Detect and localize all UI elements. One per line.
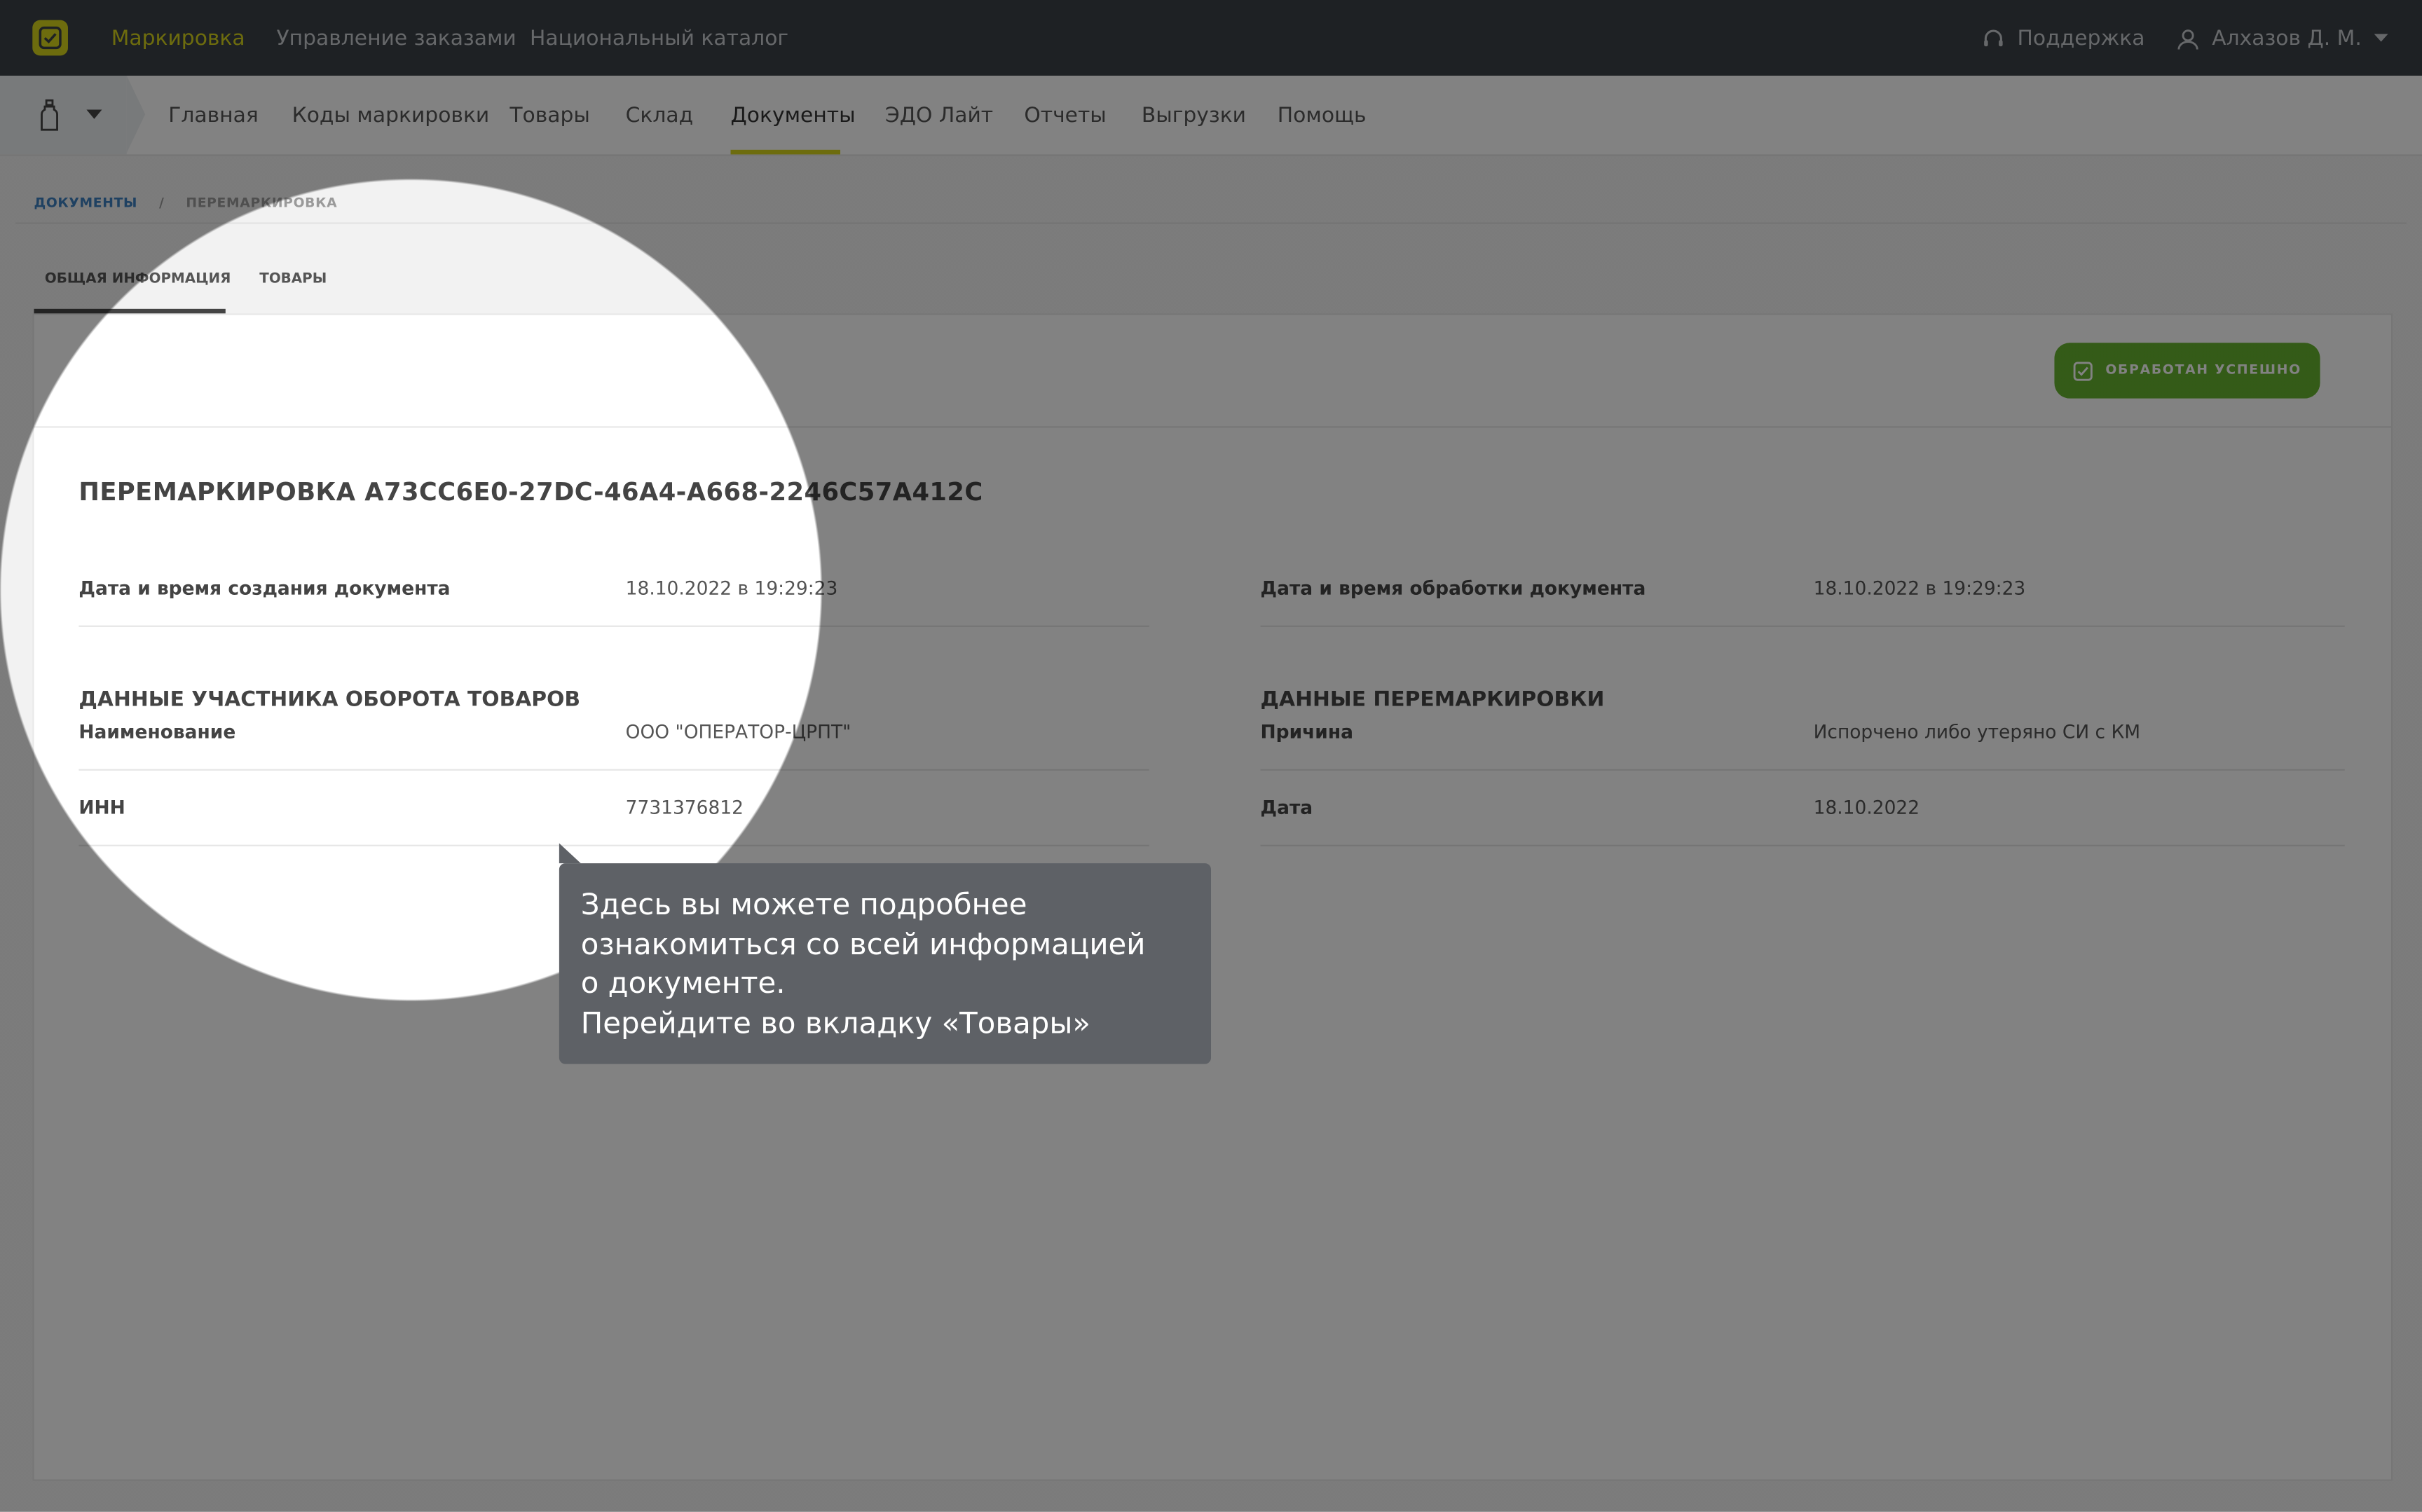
onboarding-tooltip: Здесь вы можете подробнее ознакомиться с… bbox=[559, 863, 1212, 1064]
support-link[interactable]: Поддержка bbox=[1982, 26, 2145, 51]
top-nav-orders[interactable]: Управление заказами bbox=[277, 26, 516, 50]
participant-name-value: ООО "ОПЕРАТОР-ЦРПТ" bbox=[625, 721, 851, 743]
user-name: Алхазов Д. М. bbox=[2212, 26, 2362, 51]
tooltip-line: Перейдите во вкладку «Товары» bbox=[580, 1005, 1091, 1040]
nav-codes[interactable]: Коды маркировки bbox=[292, 104, 490, 128]
created-value: 18.10.2022 в 19:29:23 bbox=[625, 577, 838, 600]
user-icon bbox=[2177, 29, 2198, 49]
divider bbox=[78, 769, 1149, 771]
page: Маркировка Управление заказами Националь… bbox=[0, 0, 2422, 1512]
reason-label: Причина bbox=[1260, 721, 1353, 743]
nav-documents[interactable]: Документы bbox=[731, 104, 856, 128]
tooltip-pointer bbox=[559, 843, 581, 864]
chevron-down-icon bbox=[86, 109, 102, 119]
bottle-icon bbox=[41, 99, 58, 131]
nav-goods[interactable]: Товары bbox=[509, 104, 590, 128]
nav-exports[interactable]: Выгрузки bbox=[1142, 104, 1246, 128]
document-title: ПЕРЕМАРКИРОВКА A73CC6E0-27DC-46A4-A668-2… bbox=[78, 477, 983, 507]
remarking-section-title: ДАННЫЕ ПЕРЕМАРКИРОВКИ bbox=[1260, 687, 1605, 713]
nav-warehouse[interactable]: Склад bbox=[626, 104, 694, 128]
status-label: Обработан успешно bbox=[2105, 362, 2301, 379]
date-value: 18.10.2022 bbox=[1813, 797, 1920, 819]
divider bbox=[1260, 625, 2345, 627]
nav-reports[interactable]: Отчеты bbox=[1024, 104, 1106, 128]
inn-value: 7731376812 bbox=[625, 797, 744, 819]
breadcrumb-current: Перемаркировка bbox=[186, 195, 338, 212]
section-nav-bar: Главная Коды маркировки Товары Склад Док… bbox=[0, 76, 2422, 156]
tooltip-line: ознакомиться со всей информацией bbox=[580, 927, 1146, 962]
divider bbox=[15, 222, 2407, 224]
category-switcher[interactable] bbox=[0, 76, 146, 155]
top-nav-marking[interactable]: Маркировка bbox=[111, 26, 245, 50]
support-label: Поддержка bbox=[2017, 26, 2145, 51]
participant-name-label: Наименование bbox=[78, 721, 236, 743]
tab-general-info[interactable]: Общая информация bbox=[45, 272, 231, 287]
top-bar: Маркировка Управление заказами Националь… bbox=[0, 0, 2422, 76]
user-menu[interactable]: Алхазов Д. М. bbox=[2177, 26, 2388, 51]
divider bbox=[78, 844, 1149, 846]
chevron-down-icon bbox=[2374, 34, 2388, 42]
headset-icon bbox=[1984, 29, 2003, 46]
processed-value: 18.10.2022 в 19:29:23 bbox=[1813, 577, 2026, 600]
breadcrumb: Документы / Перемаркировка bbox=[34, 196, 337, 212]
tooltip-line: Здесь вы можете подробнее bbox=[580, 888, 1027, 922]
created-label: Дата и время создания документа bbox=[78, 577, 451, 600]
divider bbox=[34, 426, 2391, 428]
status-badge[interactable]: Обработан успешно bbox=[2054, 343, 2320, 399]
divider bbox=[78, 625, 1149, 627]
participant-section-title: ДАННЫЕ УЧАСТНИКА ОБОРОТА ТОВАРОВ bbox=[78, 687, 581, 713]
reason-value: Испорчено либо утеряно СИ с КМ bbox=[1813, 721, 2141, 743]
divider bbox=[1260, 844, 2345, 846]
nav-help[interactable]: Помощь bbox=[1278, 104, 1367, 128]
nav-home[interactable]: Главная bbox=[168, 104, 259, 128]
date-label: Дата bbox=[1260, 797, 1313, 819]
nav-active-underline bbox=[730, 149, 841, 155]
nav-edo-lite[interactable]: ЭДО Лайт bbox=[885, 104, 993, 128]
breadcrumb-documents[interactable]: Документы bbox=[34, 196, 137, 212]
breadcrumb-separator: / bbox=[158, 195, 165, 212]
tooltip-line: о документе. bbox=[580, 966, 786, 1001]
document-card: Обработан успешно ПЕРЕМАРКИРОВКА A73CC6E… bbox=[32, 313, 2393, 1481]
tab-goods[interactable]: Товары bbox=[259, 272, 327, 287]
top-nav-catalog[interactable]: Национальный каталог bbox=[530, 26, 788, 50]
logo-icon[interactable] bbox=[32, 20, 68, 56]
inn-label: ИНН bbox=[78, 797, 125, 819]
checkbox-icon bbox=[2073, 361, 2093, 380]
divider bbox=[1260, 769, 2345, 771]
processed-label: Дата и время обработки документа bbox=[1260, 577, 1646, 600]
